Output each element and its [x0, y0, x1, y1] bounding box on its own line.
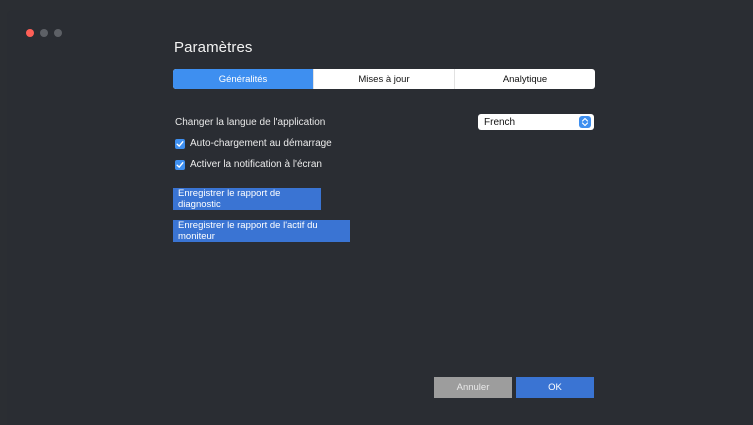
- tab-updates[interactable]: Mises à jour: [313, 69, 454, 89]
- tab-analytics[interactable]: Analytique: [454, 69, 595, 89]
- cancel-button[interactable]: Annuler: [434, 377, 512, 398]
- tab-general[interactable]: Généralités: [173, 69, 313, 89]
- checkmark-icon: [176, 161, 184, 168]
- page-title: Paramètres: [174, 39, 253, 56]
- language-label: Changer la langue de l'application: [175, 117, 326, 128]
- save-diagnostic-report-button[interactable]: Enregistrer le rapport de diagnostic: [173, 188, 321, 210]
- language-select[interactable]: French: [478, 114, 594, 130]
- maximize-window-button[interactable]: [54, 29, 62, 37]
- ok-button[interactable]: OK: [516, 377, 594, 398]
- checkmark-icon: [176, 140, 184, 147]
- autoload-checkbox[interactable]: [175, 138, 185, 149]
- updown-chevron-icon: [579, 116, 591, 128]
- autoload-option: Auto-chargement au démarrage: [175, 138, 332, 149]
- minimize-window-button[interactable]: [40, 29, 48, 37]
- osd-notification-checkbox[interactable]: [175, 159, 185, 170]
- tab-bar: Généralités Mises à jour Analytique: [173, 69, 595, 89]
- save-asset-report-button[interactable]: Enregistrer le rapport de l'actif du mon…: [173, 220, 350, 242]
- autoload-label: Auto-chargement au démarrage: [190, 138, 332, 149]
- osd-notification-option: Activer la notification à l'écran: [175, 159, 322, 170]
- close-window-button[interactable]: [26, 29, 34, 37]
- language-select-value: French: [484, 116, 516, 128]
- osd-notification-label: Activer la notification à l'écran: [190, 159, 322, 170]
